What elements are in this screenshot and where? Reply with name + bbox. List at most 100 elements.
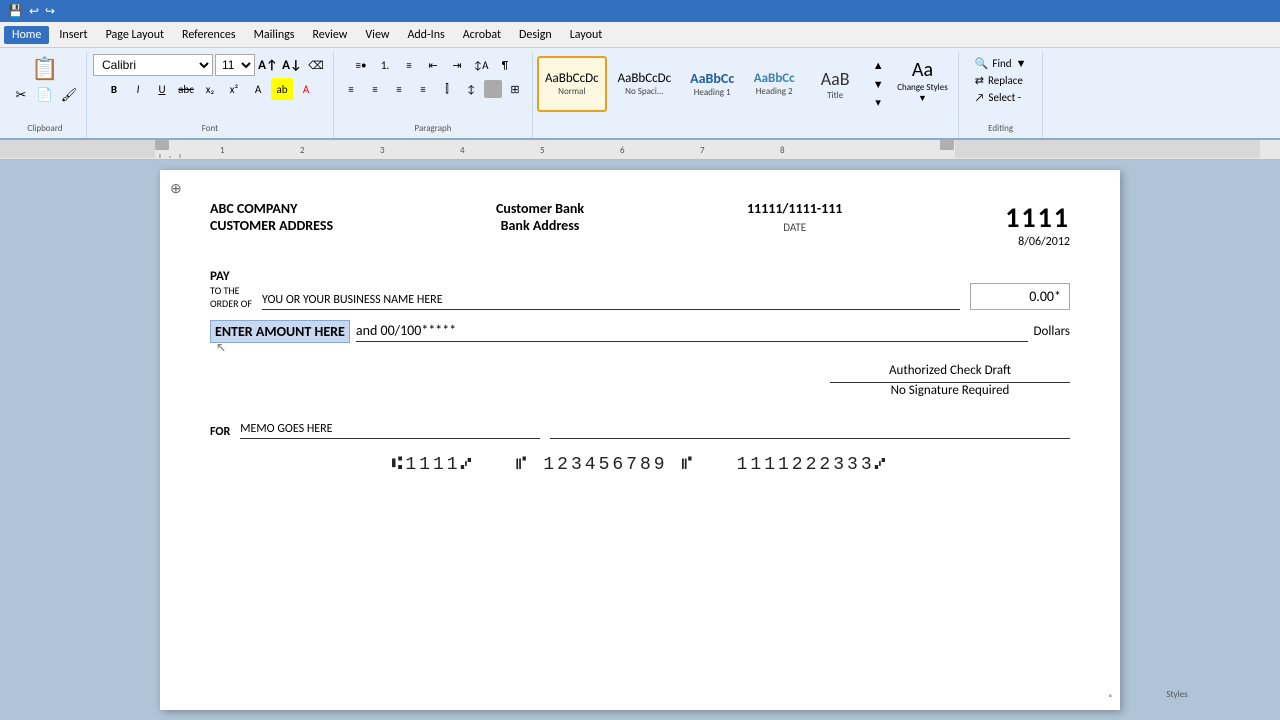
styles-up-button[interactable]: ▲ [867,56,889,75]
multilevel-button[interactable]: ≡ [398,54,420,76]
clear-format-button[interactable]: ⌫ [305,54,327,76]
bold-button[interactable]: B [103,78,125,100]
style-heading2-button[interactable]: AaBbCc Heading 2 [745,56,803,112]
document[interactable]: ⊕ ABC COMPANY CUSTOMER ADDRESS Customer … [160,170,1120,710]
style-heading2-label: Heading 2 [756,86,793,97]
change-styles-button[interactable]: Aa Change Styles ▼ [897,58,948,104]
amount-box[interactable]: 0.00* [970,283,1070,310]
decrease-indent-button[interactable]: ⇤ [422,54,444,76]
paragraph-label: Paragraph [340,123,526,136]
memo-line: MEMO GOES HERE [240,422,540,439]
svg-text:1: 1 [220,145,225,156]
shading-button[interactable] [484,80,502,98]
authorized-block: Authorized Check Draft No Signature Requ… [830,363,1070,402]
search-icon: 🔍 [975,57,989,70]
paragraph-section: ≡• 1. ≡ ⇤ ⇥ ↕A ¶ ≡ ≡ ≡ ≡ ⫿ ↕ ⊞ Paragraph [334,52,533,138]
superscript-button[interactable]: x² [223,78,245,100]
font-section: Calibri 11 A↑ A↓ ⌫ B I U abc x₂ x² A ab … [87,52,334,138]
replace-icon: ⇄ [975,74,984,87]
format-painter-button[interactable]: 🖌 [58,84,80,106]
menu-view[interactable]: View [357,26,397,44]
menu-add-ins[interactable]: Add-Ins [399,26,452,44]
date-value: 8/06/2012 [1018,235,1070,249]
columns-button[interactable]: ⫿ [436,78,458,100]
pay-label: PAY [210,269,252,284]
document-area: ⊕ ABC COMPANY CUSTOMER ADDRESS Customer … [0,160,1280,720]
highlight-button[interactable]: ab [271,78,293,100]
clipboard-section: 📋 ✂ 📄 🖌 Clipboard [4,52,87,138]
numbering-button[interactable]: 1. [374,54,396,76]
pay-labels: PAY TO THEORDER OF [210,269,252,310]
increase-indent-button[interactable]: ⇥ [446,54,468,76]
svg-text:8: 8 [780,145,785,156]
select-button[interactable]: ↗ Select - [971,90,1031,105]
resize-handle[interactable]: ▪ [1108,689,1112,702]
show-marks-button[interactable]: ¶ [494,54,516,76]
align-center-button[interactable]: ≡ [364,78,386,100]
menu-mailings[interactable]: Mailings [246,26,303,44]
shrink-font-button[interactable]: A↓ [281,54,303,76]
menu-home[interactable]: Home [4,26,49,44]
strikethrough-button[interactable]: abc [175,78,197,100]
menu-design[interactable]: Design [511,26,560,44]
sort-button[interactable]: ↕A [470,54,492,76]
font-size-select[interactable]: 11 [215,54,255,76]
editing-section: 🔍 Find ▼ ⇄ Replace ↗ Select - Editing [959,52,1044,138]
pay-row: PAY TO THEORDER OF YOU OR YOUR BUSINESS … [210,269,1070,310]
subscript-button[interactable]: x₂ [199,78,221,100]
date-label: DATE [783,221,806,234]
line-spacing-button[interactable]: ↕ [460,78,482,100]
svg-text:2: 2 [300,145,305,156]
para-bottom: ≡ ≡ ≡ ≡ ⫿ ↕ ⊞ [340,78,526,100]
menu-review[interactable]: Review [304,26,355,44]
for-label: FOR [210,425,230,439]
ruler: 1 2 3 4 5 6 7 8 [0,140,1280,160]
style-no-spacing-button[interactable]: AaBbCcDc No Spaci... [610,56,680,112]
font-top: Calibri 11 A↑ A↓ ⌫ [93,54,327,76]
cut-button[interactable]: ✂ [10,84,32,106]
menu-page-layout[interactable]: Page Layout [98,26,172,44]
style-heading1-preview: AaBbCc [690,70,734,87]
italic-button[interactable]: I [127,78,149,100]
menu-references[interactable]: References [174,26,244,44]
find-button[interactable]: 🔍 Find ▼ [971,56,1031,71]
font-label: Font [93,123,327,136]
underline-button[interactable]: U [151,78,173,100]
save-icon[interactable]: 💾 [8,4,23,19]
sig-line [550,438,1070,439]
company-address: CUSTOMER ADDRESS [210,217,333,234]
bullets-button[interactable]: ≡• [350,54,372,76]
undo-icon[interactable]: ↩ [29,4,39,19]
paste-button[interactable]: 📋 [27,54,62,82]
font-color-button[interactable]: A [295,78,317,100]
svg-text:5: 5 [540,145,545,156]
style-heading1-button[interactable]: AaBbCc Heading 1 [682,56,742,112]
align-left-button[interactable]: ≡ [340,78,362,100]
align-right-button[interactable]: ≡ [388,78,410,100]
menu-insert[interactable]: Insert [51,26,95,44]
quick-access-toolbar: 💾 ↩ ↪ [0,0,1280,22]
bank-info: Customer Bank Bank Address [496,200,584,234]
grow-font-button[interactable]: A↑ [257,54,279,76]
amount-text-rest: and 00/100***** [356,322,1028,342]
style-title-button[interactable]: AaB Title [806,56,864,112]
styles-more-button[interactable]: ▾ [867,93,889,112]
font-family-select[interactable]: Calibri [93,54,213,76]
style-heading1-label: Heading 1 [694,87,731,98]
text-effects-button[interactable]: A [247,78,269,100]
border-button[interactable]: ⊞ [504,78,526,100]
replace-button[interactable]: ⇄ Replace [971,73,1031,88]
style-normal-preview: AaBbCcDc [545,71,599,86]
amount-text-row: ENTER AMOUNT HERE and 00/100***** Dollar… [210,320,1070,343]
copy-button[interactable]: 📄 [34,84,56,106]
redo-icon[interactable]: ↪ [45,4,55,19]
menu-acrobat[interactable]: Acrobat [455,26,509,44]
ribbon: 📋 ✂ 📄 🖌 Clipboard Calibri 11 A↑ A↓ ⌫ [0,48,1280,140]
styles-down-button[interactable]: ▼ [867,75,889,94]
style-normal-button[interactable]: AaBbCcDc Normal [537,56,607,112]
justify-button[interactable]: ≡ [412,78,434,100]
insert-control-icon[interactable]: ⊕ [170,180,182,197]
menu-layout[interactable]: Layout [562,26,611,44]
amount-highlighted[interactable]: ENTER AMOUNT HERE [210,320,350,343]
clipboard-top: 📋 [27,54,62,82]
